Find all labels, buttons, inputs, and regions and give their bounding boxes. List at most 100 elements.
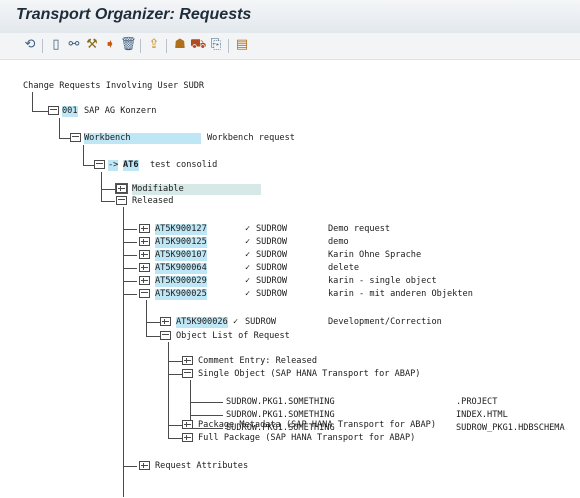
upload-icon[interactable]: ⇪ (146, 37, 162, 53)
folder-closed-icon[interactable] (139, 250, 150, 259)
request-id[interactable]: AT5K900107 (155, 250, 207, 261)
folder-closed-icon[interactable] (182, 356, 193, 365)
target-desc: test consolid (150, 160, 218, 170)
folder-closed-icon[interactable] (139, 276, 150, 285)
checkmark-icon: ✓ (245, 237, 251, 247)
tree-connector (59, 118, 60, 138)
tree-connector (123, 466, 137, 467)
tree-connector (32, 92, 33, 111)
folder-open-icon[interactable] (70, 133, 81, 142)
folder-closed-icon[interactable] (115, 183, 128, 194)
trash-icon[interactable]: 🗑 (120, 37, 137, 53)
workbench-label[interactable]: Workbench (84, 133, 201, 144)
checkmark-icon: ✓ (245, 250, 251, 260)
folder-open-icon[interactable] (160, 331, 171, 340)
request-desc: karin - mit anderen Objekten (328, 289, 473, 299)
modifiable-node[interactable]: Modifiable (132, 184, 261, 195)
tree-connector (101, 201, 115, 202)
folder-closed-icon[interactable] (139, 461, 150, 470)
tree-connector (168, 361, 182, 362)
task-id[interactable]: AT5K900026 (176, 317, 228, 328)
refresh-icon[interactable]: ⟲ (22, 37, 38, 53)
transport-icon[interactable]: ➧ (102, 37, 118, 53)
workbench-desc: Workbench request (207, 133, 295, 143)
tree-connector (146, 300, 147, 336)
tree-connector (83, 165, 94, 166)
checkmark-icon: ✓ (245, 289, 251, 299)
tree-connector (168, 438, 182, 439)
toolbar-separator (140, 39, 141, 53)
tree-connector (123, 268, 137, 269)
tree-connector (83, 145, 84, 165)
request-desc: delete (328, 263, 360, 273)
people-icon[interactable]: ☗ (172, 37, 188, 53)
object-name: .PROJECT (456, 397, 498, 407)
request-id[interactable]: AT5K900125 (155, 237, 207, 248)
folder-closed-icon[interactable] (139, 224, 150, 233)
checkmark-icon: ✓ (233, 317, 239, 327)
full-package-node[interactable]: Full Package (SAP HANA Transport for ABA… (198, 433, 415, 444)
task-desc: Development/Correction (328, 317, 442, 327)
object-icon[interactable]: ▤ (234, 37, 250, 53)
folder-closed-icon[interactable] (139, 237, 150, 246)
checkmark-icon: ✓ (245, 224, 251, 234)
tree-connector (123, 281, 137, 282)
tree-connector (190, 402, 223, 403)
client-id[interactable]: 001 (62, 106, 78, 117)
copy-icon[interactable]: ⎘ (208, 37, 224, 53)
title-bar: Transport Organizer: Requests (0, 0, 580, 34)
folder-open-icon[interactable] (48, 106, 59, 115)
folder-closed-icon[interactable] (182, 433, 193, 442)
window-title: Transport Organizer: Requests (16, 6, 252, 23)
tree-connector (146, 336, 160, 337)
single-object-node[interactable]: Single Object (SAP HANA Transport for AB… (198, 369, 420, 380)
request-owner: SUDROW (256, 250, 288, 260)
package-metadata-node[interactable]: Package Metadata (SAP HANA Transport for… (198, 420, 436, 431)
folder-closed-icon[interactable] (182, 420, 193, 429)
tree-connector (168, 374, 182, 375)
toolbar: ⟲ ▯ ⚯ ⚒ ➧ 🗑 ⇪ ☗ ⛟ ⎘ ▤ (0, 33, 580, 60)
object-name: INDEX.HTML (456, 410, 508, 420)
tree-connector (123, 242, 137, 243)
comment-entry-node[interactable]: Comment Entry: Released (198, 356, 317, 367)
tree-connector (123, 229, 137, 230)
tree-connector (123, 255, 137, 256)
object-name: SUDROW_PKG1.HDBSCHEMA (456, 423, 565, 433)
folder-open-icon[interactable] (116, 196, 127, 205)
tree-connector (123, 294, 137, 295)
export-icon[interactable]: ⛟ (190, 37, 206, 53)
object-list-node[interactable]: Object List of Request (176, 331, 290, 342)
request-owner: SUDROW (256, 224, 288, 234)
target-system[interactable]: AT6 (123, 160, 139, 171)
toolbar-separator (42, 39, 43, 53)
folder-open-icon[interactable] (139, 289, 150, 298)
object-package[interactable]: SUDROW.PKG1.SOMETHING (226, 397, 335, 408)
folder-closed-icon[interactable] (139, 263, 150, 272)
tool-icon[interactable]: ⚒ (84, 37, 100, 53)
target-prefix[interactable]: -> (108, 160, 119, 171)
tree-connector (59, 138, 70, 139)
tree-connector (190, 415, 223, 416)
request-desc: Demo request (328, 224, 391, 234)
request-owner: SUDROW (256, 289, 288, 299)
request-id[interactable]: AT5K900127 (155, 224, 207, 235)
request-id[interactable]: AT5K900064 (155, 263, 207, 274)
checkmark-icon: ✓ (245, 263, 251, 273)
task-owner: SUDROW (245, 317, 277, 327)
folder-open-icon[interactable] (182, 369, 193, 378)
request-tree: Change Requests Involving User SUDR 001 … (0, 59, 580, 498)
tree-connector (168, 425, 182, 426)
folder-closed-icon[interactable] (160, 317, 171, 326)
folder-open-icon[interactable] (94, 160, 105, 169)
tree-connector (101, 189, 115, 190)
toolbar-separator (228, 39, 229, 53)
request-owner: SUDROW (256, 237, 288, 247)
toolbar-separator (166, 39, 167, 53)
request-id[interactable]: AT5K900029 (155, 276, 207, 287)
new-document-icon[interactable]: ▯ (48, 37, 64, 53)
request-attributes-node[interactable]: Request Attributes (155, 461, 248, 472)
glasses-icon[interactable]: ⚯ (66, 37, 82, 53)
tree-connector (168, 342, 169, 438)
released-node[interactable]: Released (132, 196, 173, 207)
request-id[interactable]: AT5K900025 (155, 289, 207, 300)
